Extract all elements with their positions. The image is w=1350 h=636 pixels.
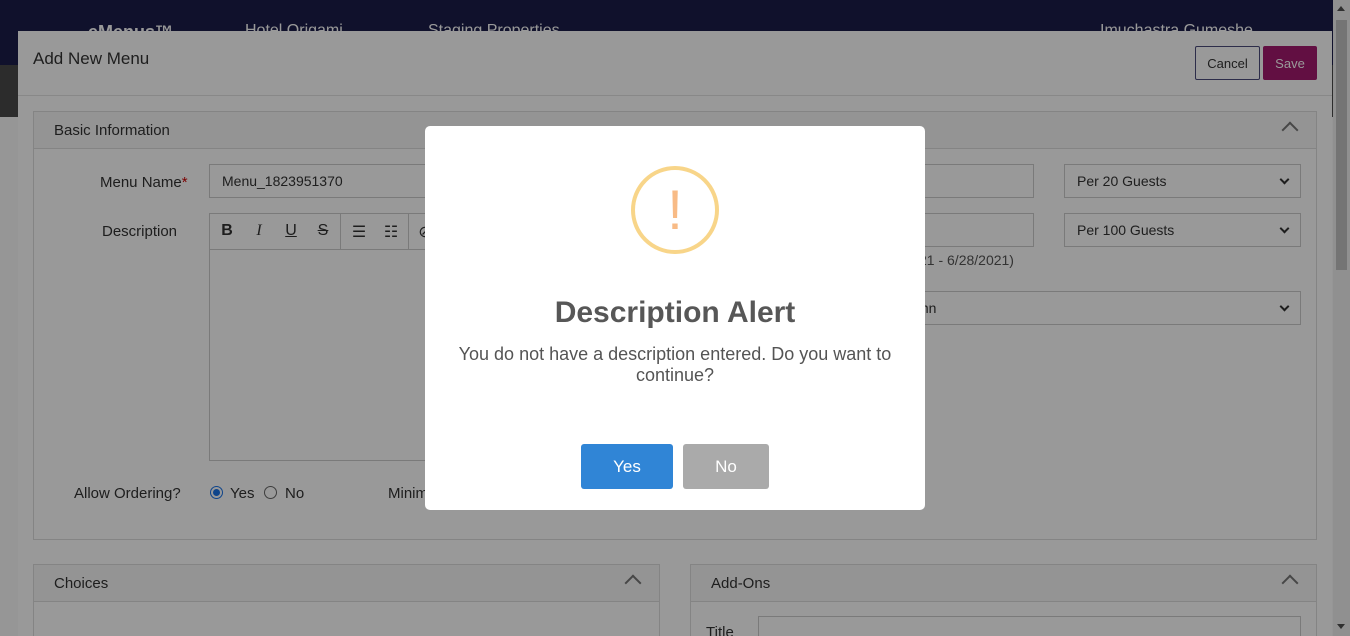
alert-message: You do not have a description entered. D… [458,344,892,385]
alert-title: Description Alert [554,296,796,329]
yes-button[interactable]: Yes [581,444,673,489]
warning-icon: ! [631,166,719,254]
description-alert-dialog: ! Description Alert You do not have a de… [425,126,925,510]
no-button[interactable]: No [683,444,769,489]
